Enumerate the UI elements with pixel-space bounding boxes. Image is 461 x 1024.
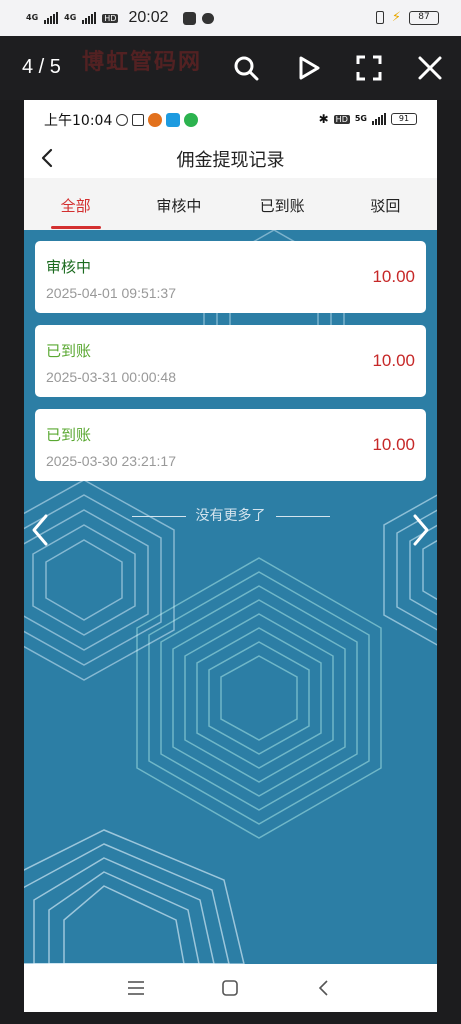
app-icon-orange	[148, 113, 163, 127]
tab-received[interactable]: 已到账	[231, 178, 334, 230]
inner-network-label: 5G	[354, 114, 367, 123]
record-status: 审核中	[46, 258, 92, 276]
next-image-icon[interactable]	[409, 510, 433, 550]
system-status-bar: 4G 4G HD 20:02 ⚡ 87	[0, 0, 461, 36]
system-nav-bar	[24, 964, 437, 1012]
menu-icon[interactable]	[124, 976, 148, 1000]
back-icon[interactable]	[312, 976, 336, 1000]
record-date: 2025-04-01 09:51:37	[46, 285, 176, 301]
screenshot-image: 上午10:04 ✱ HD 5G 91 佣金提现记录 全部 审核中 已到账 驳回 …	[24, 100, 437, 1012]
record-amount: 10.00	[372, 267, 415, 286]
inner-hd-badge: HD	[333, 114, 350, 124]
record-status: 已到账	[46, 342, 92, 360]
battery-level: 87	[418, 11, 430, 22]
record-amount: 10.00	[372, 435, 415, 454]
record-card[interactable]: 审核中 2025-04-01 09:51:37 10.00	[35, 241, 426, 313]
network-label-1: 4G	[26, 13, 39, 22]
no-more-text: 没有更多了	[195, 508, 266, 524]
filter-tabs: 全部 审核中 已到账 驳回	[24, 178, 437, 230]
message-icon	[201, 12, 214, 24]
app-icon-blue	[166, 113, 181, 127]
alarm-icon	[116, 114, 129, 126]
record-status: 已到账	[46, 426, 92, 444]
no-more-indicator: 没有更多了	[24, 505, 437, 525]
page-title: 佣金提现记录	[176, 150, 285, 171]
record-date: 2025-03-30 23:21:17	[46, 453, 176, 469]
nfc-icon	[132, 114, 145, 126]
taobao-icon	[182, 11, 196, 25]
record-amount: 10.00	[372, 351, 415, 370]
record-card[interactable]: 已到账 2025-03-30 23:21:17 10.00	[35, 409, 426, 481]
inner-battery-level: 91	[398, 114, 410, 123]
record-card[interactable]: 已到账 2025-03-31 00:00:48 10.00	[35, 325, 426, 397]
hd-badge: HD	[102, 13, 119, 23]
tab-rejected[interactable]: 驳回	[334, 178, 437, 230]
record-date: 2025-03-31 00:00:48	[46, 369, 176, 385]
system-time: 20:02	[128, 9, 169, 26]
viewer-toolbar: 4 / 5 博虹管码网	[0, 36, 461, 100]
inner-time: 上午10:04	[44, 113, 113, 129]
charging-icon: ⚡	[391, 10, 401, 25]
tab-pending[interactable]: 审核中	[127, 178, 230, 230]
home-icon[interactable]	[218, 976, 242, 1000]
page-header: 佣金提现记录	[24, 138, 437, 178]
close-icon[interactable]	[416, 54, 444, 82]
image-counter: 4 / 5	[22, 56, 61, 78]
tab-all[interactable]: 全部	[24, 178, 127, 230]
vibrate-icon	[375, 11, 384, 24]
bluetooth-icon: ✱	[318, 112, 329, 126]
battery-indicator: 87	[409, 10, 439, 25]
inner-battery-indicator: 91	[391, 113, 417, 125]
previous-image-icon[interactable]	[28, 510, 52, 550]
signal-icon	[82, 12, 97, 24]
search-icon[interactable]	[232, 54, 260, 82]
signal-icon	[44, 12, 59, 24]
fullscreen-icon[interactable]	[355, 54, 383, 82]
play-icon[interactable]	[294, 54, 322, 82]
inner-signal-icon	[372, 113, 386, 125]
inner-status-bar: 上午10:04 ✱ HD 5G 91	[24, 100, 437, 138]
viewer-bottom-strip	[0, 1012, 461, 1024]
app-icon-green	[184, 113, 199, 127]
network-label-2: 4G	[64, 13, 77, 22]
watermark-logo: 博虹管码网	[82, 50, 203, 75]
